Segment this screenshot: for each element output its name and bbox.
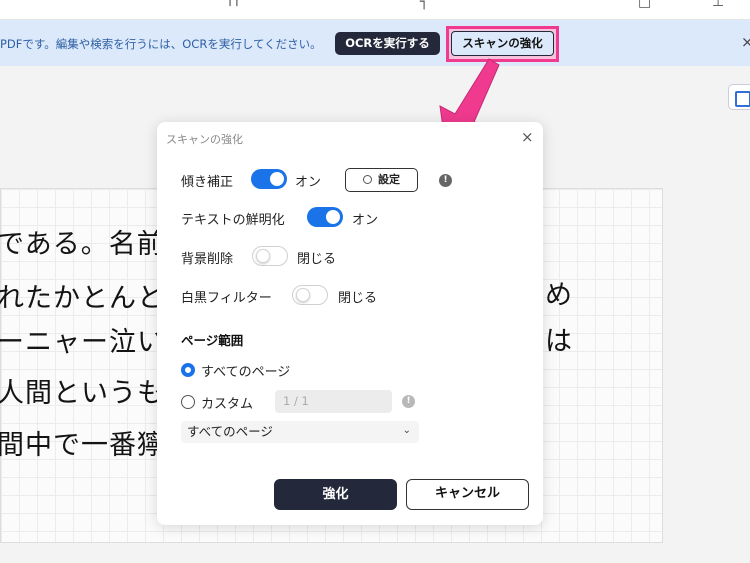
handwriting-fragment: め [545, 280, 573, 311]
toolbar-fragment: ´ [70, 0, 77, 10]
page-range-select-value: すべてのページ [187, 424, 273, 439]
top-toolbar: ´ ⊓ ┐ □ ⊥ [0, 0, 750, 20]
deskew-state: オン [295, 175, 322, 190]
settings-hex-icon [363, 175, 372, 184]
bw-filter-toggle[interactable] [292, 285, 328, 305]
custom-radio[interactable] [181, 395, 195, 409]
run-ocr-button[interactable]: OCRを実行する [335, 32, 440, 55]
deskew-settings-button[interactable]: 設定 [345, 168, 418, 192]
toolbar-fragment: □ [638, 0, 652, 10]
toolbar-fragment: ⊥ [712, 0, 725, 10]
toolbar-fragment: ┐ [420, 0, 429, 10]
enhance-button[interactable]: 強化 [274, 479, 397, 510]
chevron-down-icon: ⌄ [402, 425, 411, 436]
bw-filter-state: 閉じる [338, 291, 378, 306]
handwriting-line: 間中で一番獰 [0, 430, 165, 461]
sharpen-text-toggle[interactable] [307, 207, 343, 227]
toolbar-fragment: ⊓ [228, 0, 239, 10]
cancel-button[interactable]: キャンセル [406, 479, 529, 510]
info-icon[interactable]: ! [439, 174, 452, 187]
enhance-scan-dialog: スキャンの強化 × 傾き補正 オン 設定 ! テキストの鮮明化 オン 背景削除 … [157, 122, 543, 525]
remove-background-toggle[interactable] [252, 246, 288, 266]
bw-filter-label: 白黒フィルター [181, 291, 272, 306]
page-range-title: ページ範囲 [181, 333, 244, 348]
all-pages-radio[interactable] [181, 363, 195, 377]
settings-label: 設定 [378, 173, 400, 186]
ocr-message: PDFです。編集や検索を行うには、OCRを実行してください。 [0, 37, 322, 51]
deskew-label: 傾き補正 [181, 175, 234, 190]
sharpen-text-state: オン [352, 213, 379, 228]
all-pages-label[interactable]: すべてのページ [201, 361, 290, 380]
custom-label[interactable]: カスタム [201, 393, 253, 412]
custom-page-input[interactable]: 1 / 1 [275, 390, 392, 413]
close-icon[interactable]: × [741, 33, 750, 51]
page-range-select[interactable]: すべてのページ ⌄ [181, 421, 419, 443]
remove-background-state: 閉じる [297, 252, 337, 267]
enhance-scan-button[interactable]: スキャンの強化 [451, 31, 554, 56]
sharpen-text-label: テキストの鮮明化 [181, 213, 285, 228]
handwriting-fragment: は [545, 326, 573, 357]
dialog-title: スキャンの強化 [166, 133, 243, 146]
deskew-toggle[interactable] [251, 169, 287, 189]
info-icon[interactable]: ! [402, 395, 415, 408]
remove-background-label: 背景削除 [181, 252, 234, 267]
view-icon[interactable] [728, 84, 750, 110]
close-icon[interactable]: × [521, 128, 534, 146]
